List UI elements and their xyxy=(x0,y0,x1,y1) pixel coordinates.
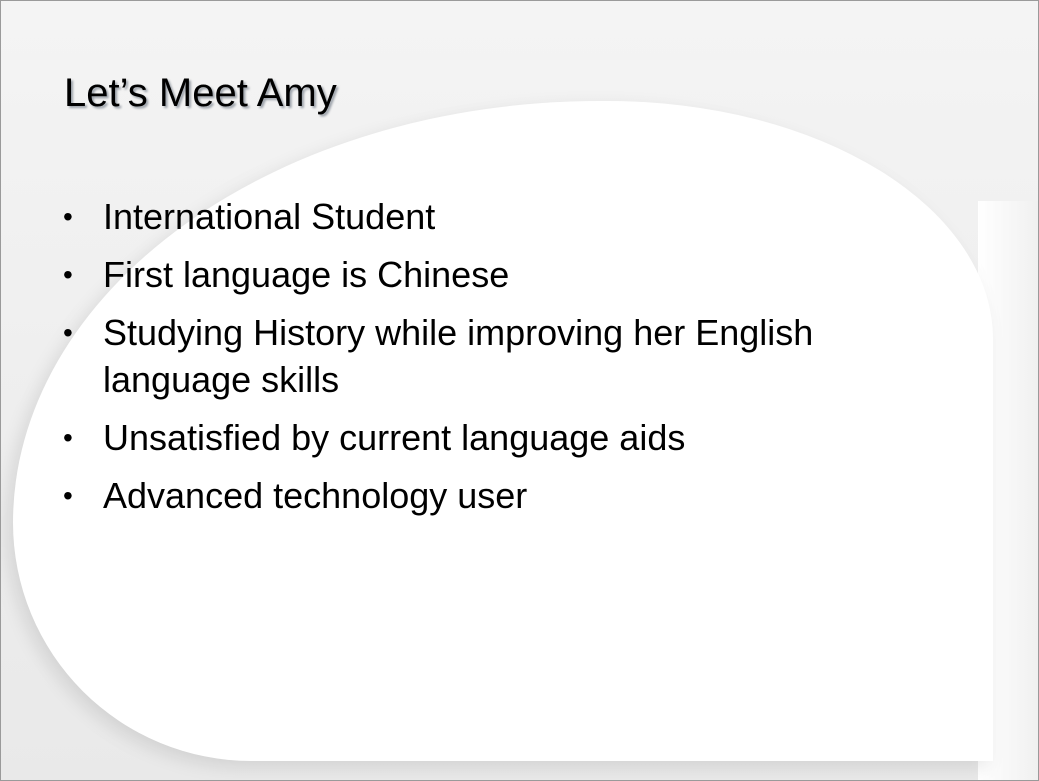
bullet-text: International Student xyxy=(103,196,436,237)
slide-title: Let’s Meet Amy xyxy=(64,71,337,115)
bullet-item: • Advanced technology user xyxy=(63,472,943,519)
bullet-icon: • xyxy=(63,480,73,511)
bullet-icon: • xyxy=(63,422,73,453)
bullet-icon: • xyxy=(63,317,73,348)
bullet-list: • International Student • First language… xyxy=(63,193,943,530)
bullet-item: • Unsatisfied by current language aids xyxy=(63,414,943,461)
slide: Let’s Meet Amy • International Student •… xyxy=(0,0,1039,781)
bullet-text: First language is Chinese xyxy=(103,254,510,295)
bullet-text: Unsatisfied by current language aids xyxy=(103,417,686,458)
bullet-item: • Studying History while improving her E… xyxy=(63,309,943,403)
bullet-text: Advanced technology user xyxy=(103,475,528,516)
bullet-icon: • xyxy=(63,259,73,290)
bullet-item: • First language is Chinese xyxy=(63,251,943,298)
bullet-icon: • xyxy=(63,201,73,232)
bullet-item: • International Student xyxy=(63,193,943,240)
bullet-text: Studying History while improving her Eng… xyxy=(103,312,814,400)
